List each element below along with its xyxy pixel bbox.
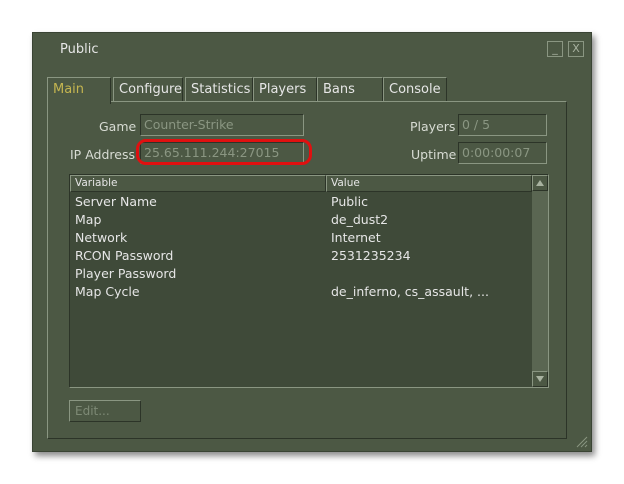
game-label: Game xyxy=(99,119,137,134)
list-item[interactable]: Player Password xyxy=(70,265,532,283)
close-icon: X xyxy=(572,42,580,55)
tab-console[interactable]: Console xyxy=(383,77,447,102)
variable-value: de_inferno, cs_assault, ... xyxy=(331,284,489,299)
tab-label: Configure xyxy=(119,82,183,97)
variable-value: Internet xyxy=(331,230,381,245)
tab-label: Bans xyxy=(323,82,355,97)
tab-bar: Main Configure Statistics Players Bans C… xyxy=(47,77,567,104)
variable-value: Public xyxy=(331,194,368,209)
tab-configure[interactable]: Configure xyxy=(113,77,183,102)
scroll-down-button[interactable] xyxy=(532,371,548,387)
highlight-ring xyxy=(136,139,312,165)
scroll-up-icon xyxy=(536,180,544,186)
window-title: Public xyxy=(60,42,99,57)
variable-name: Player Password xyxy=(75,266,177,281)
column-header-value[interactable]: Value xyxy=(326,175,532,192)
tab-label: Console xyxy=(389,82,441,97)
variable-value: 2531235234 xyxy=(331,248,411,263)
tab-label: Statistics xyxy=(191,82,251,97)
variable-name: Map xyxy=(75,212,102,227)
vertical-scrollbar[interactable] xyxy=(532,175,548,387)
variables-list[interactable]: Variable Value Server Name Public Map de… xyxy=(69,174,549,388)
edit-button[interactable]: Edit... xyxy=(69,400,141,422)
tab-label: Players xyxy=(259,82,307,97)
variable-name: RCON Password xyxy=(75,248,174,263)
list-item[interactable]: Server Name Public xyxy=(70,193,532,211)
tab-main[interactable]: Main xyxy=(47,77,111,104)
minimize-icon: _ xyxy=(552,42,558,55)
column-header-variable[interactable]: Variable xyxy=(70,175,326,192)
server-window: Public _ X Main Configure Statistics Pla… xyxy=(32,32,592,452)
title-bar[interactable]: Public _ X xyxy=(33,33,591,63)
list-item[interactable]: Map Cycle de_inferno, cs_assault, ... xyxy=(70,283,532,301)
tab-players[interactable]: Players xyxy=(253,77,317,102)
variable-name: Network xyxy=(75,230,128,245)
list-header: Variable Value xyxy=(70,175,532,192)
game-field[interactable]: Counter-Strike xyxy=(140,114,304,136)
scroll-down-icon xyxy=(536,376,544,382)
ip-address-label: IP Address xyxy=(70,147,135,162)
uptime-field[interactable]: 0:00:00:07 xyxy=(458,142,547,164)
list-rows: Server Name Public Map de_dust2 Network … xyxy=(70,193,532,301)
list-item[interactable]: Map de_dust2 xyxy=(70,211,532,229)
list-item[interactable]: Network Internet xyxy=(70,229,532,247)
tab-label: Main xyxy=(53,82,85,97)
scroll-up-button[interactable] xyxy=(532,175,548,191)
close-button[interactable]: X xyxy=(568,41,584,57)
tab-statistics[interactable]: Statistics xyxy=(185,77,253,102)
variable-name: Server Name xyxy=(75,194,157,209)
players-field[interactable]: 0 / 5 xyxy=(458,114,547,136)
list-item[interactable]: RCON Password 2531235234 xyxy=(70,247,532,265)
uptime-label: Uptime xyxy=(411,147,457,162)
variable-value: de_dust2 xyxy=(331,212,389,227)
tab-bans[interactable]: Bans xyxy=(317,77,383,102)
variable-name: Map Cycle xyxy=(75,284,140,299)
players-label: Players xyxy=(410,119,456,134)
minimize-button[interactable]: _ xyxy=(547,41,563,57)
resize-grip-icon[interactable] xyxy=(575,435,588,448)
